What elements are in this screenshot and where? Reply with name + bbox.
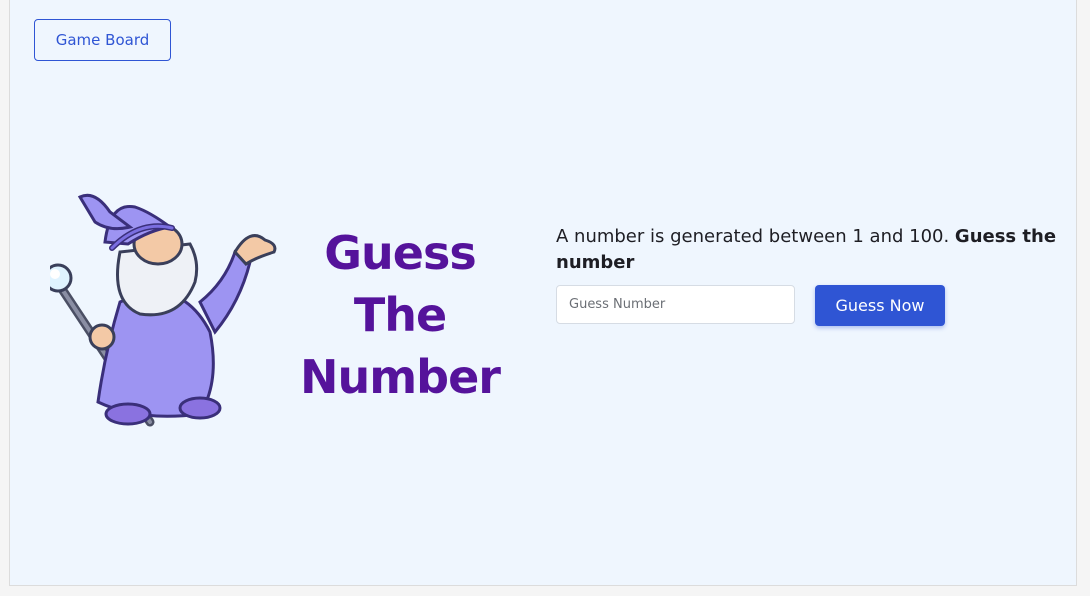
description-text: A number is generated between 1 and 100. bbox=[556, 226, 955, 247]
game-board-button[interactable]: Game Board bbox=[34, 19, 171, 61]
guess-number-input[interactable] bbox=[556, 285, 795, 324]
title-line-3: Number bbox=[300, 350, 501, 404]
main-panel: Game Board Guess The Number A number is … bbox=[9, 0, 1077, 586]
wizard-icon bbox=[50, 193, 277, 427]
title-line-2: The bbox=[353, 288, 447, 342]
page-title: Guess The Number bbox=[280, 222, 520, 408]
guess-now-button[interactable]: Guess Now bbox=[815, 285, 945, 326]
game-description: A number is generated between 1 and 100.… bbox=[556, 224, 1066, 276]
title-line-1: Guess bbox=[324, 226, 476, 280]
